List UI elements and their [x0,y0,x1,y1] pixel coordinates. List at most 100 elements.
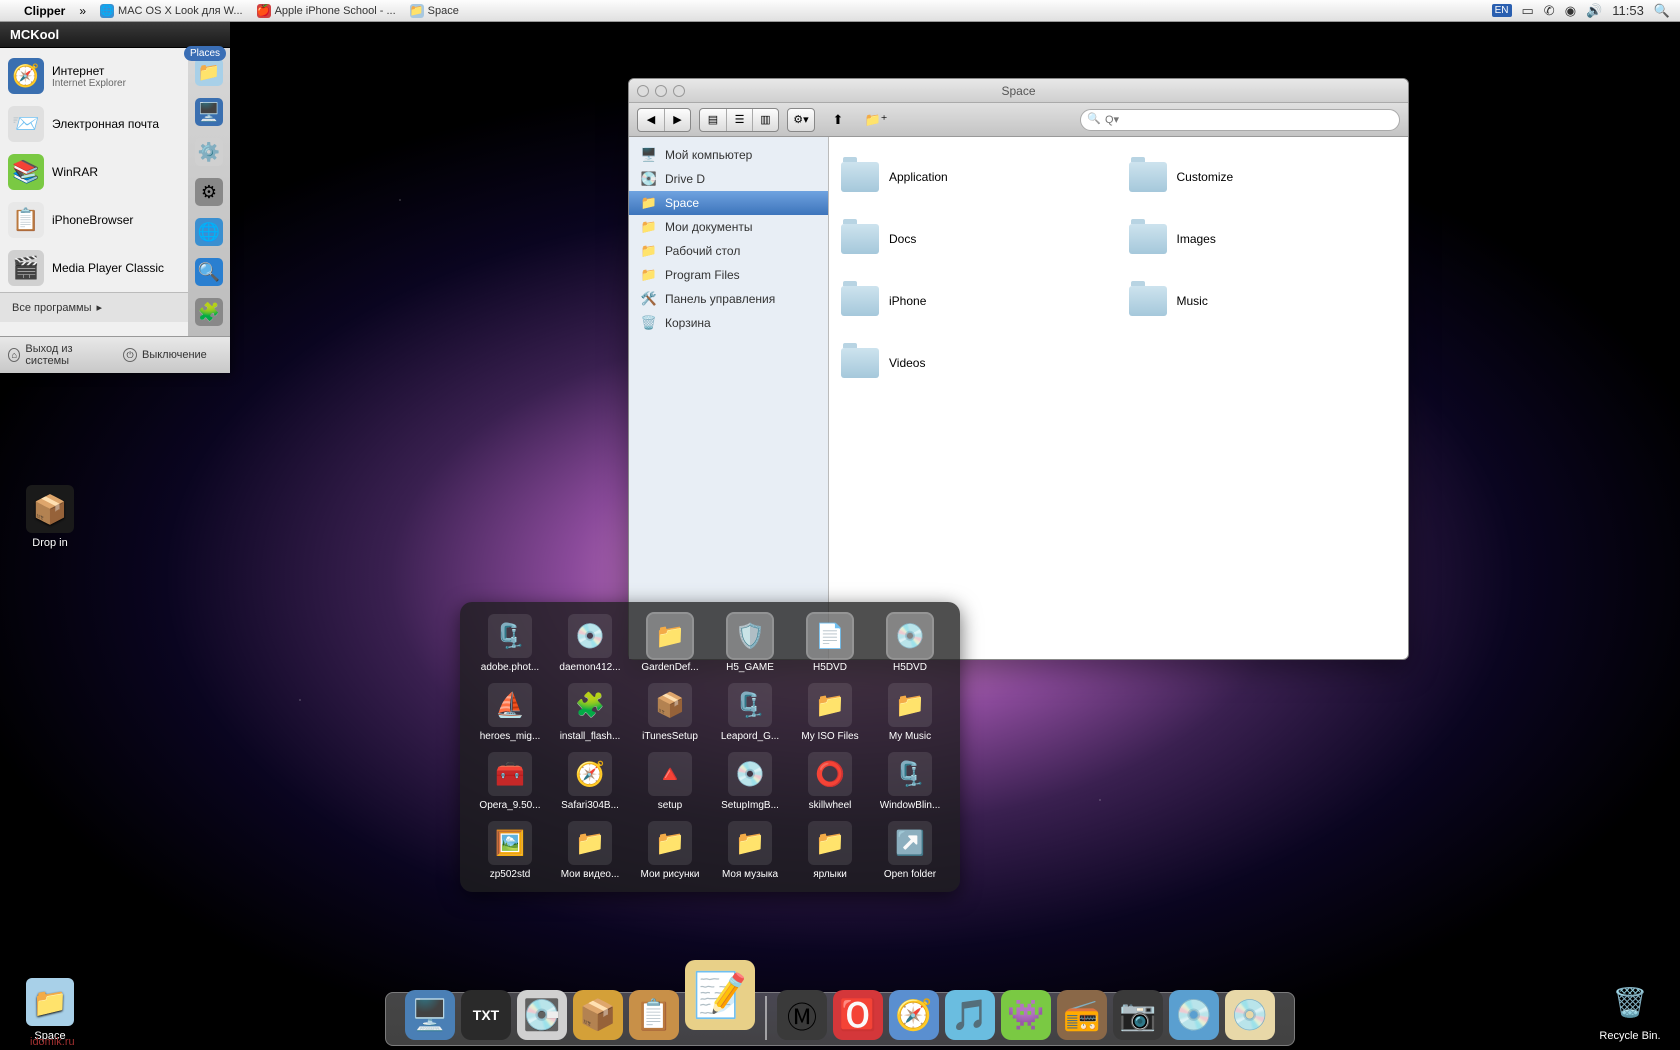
sidebar-item[interactable]: 📁Мои документы [629,215,828,239]
taskbar-item-3[interactable]: 📁Space [410,4,459,18]
stack-item[interactable]: 📁Мои рисунки [632,821,708,880]
back-button[interactable]: ◀ [638,109,664,131]
language-indicator[interactable]: EN [1492,4,1512,17]
sidebar-item[interactable]: 💽Drive D [629,167,828,191]
stack-item[interactable]: 📁ярлыки [792,821,868,880]
view-icons-button[interactable]: ▤ [700,109,726,131]
dock-app[interactable]: 📦 [573,990,623,1040]
app-name[interactable]: Clipper [24,4,65,18]
sidebar-item[interactable]: 📁Space [629,191,828,215]
stack-item[interactable]: 📁GardenDef... [632,614,708,673]
clock[interactable]: 11:53 [1612,3,1644,18]
settings-tray-icon[interactable]: ◉ [1565,3,1576,19]
place-display-icon[interactable]: 🖥️ [195,98,223,126]
folder-item[interactable]: Docs [841,211,1109,267]
place-app-icon[interactable]: ⚙️ [195,138,223,166]
folder-item[interactable]: Application [841,149,1109,205]
dock-app[interactable]: 🅾️ [833,990,883,1040]
taskbar-item-2[interactable]: 🍎Apple iPhone School - ... [257,4,396,18]
folder-item[interactable]: Images [1129,211,1397,267]
stack-grid: 🗜️adobe.phot...💿daemon412...📁GardenDef..… [460,602,960,892]
dock-app[interactable]: 📝 [685,960,755,1030]
stack-item[interactable]: 📁Моя музыка [712,821,788,880]
logout-icon: ⌂ [8,348,20,362]
stack-item[interactable]: 📦iTunesSetup [632,683,708,742]
place-gear-icon[interactable]: ⚙ [195,178,223,206]
stack-item[interactable]: ⛵heroes_mig... [472,683,548,742]
stack-item[interactable]: 💿SetupImgB... [712,752,788,811]
new-folder-button[interactable]: 📁⁺ [861,109,891,131]
stack-item[interactable]: 🧩install_flash... [552,683,628,742]
folder-item[interactable]: iPhone [841,273,1109,329]
desktop-icon-dropin[interactable]: 📦 Drop in [10,485,90,549]
stack-item[interactable]: ↗️Open folder [872,821,948,880]
stack-item[interactable]: ⭕skillwheel [792,752,868,811]
place-globe-icon[interactable]: 🌐 [195,218,223,246]
up-button[interactable]: ⬆ [823,109,853,131]
finder-content[interactable]: Application Customize Docs Images iPhone Musi… [829,137,1408,659]
stack-item[interactable]: 💿H5DVD [872,614,948,673]
folder-item[interactable]: Customize [1129,149,1397,205]
sidebar-item[interactable]: 🛠️Панель управления [629,287,828,311]
stack-item[interactable]: 🖼️zp502std [472,821,548,880]
stack-item[interactable]: 🧭Safari304B... [552,752,628,811]
stack-item[interactable]: 📄H5DVD [792,614,868,673]
stack-item[interactable]: 🗜️WindowBlin... [872,752,948,811]
dock-app[interactable]: Ⓜ [777,990,827,1040]
forward-button[interactable]: ▶ [664,109,690,131]
place-settings-icon[interactable]: 🧩 [195,298,223,326]
logout-button[interactable]: ⌂Выход из системы [0,337,115,373]
folder-item[interactable]: Music [1129,273,1397,329]
dock-app[interactable]: 👾 [1001,990,1051,1040]
search-input[interactable] [1080,109,1400,131]
stack-item[interactable]: 📁My Music [872,683,948,742]
minimize-button[interactable] [655,85,667,97]
stack-item[interactable]: 🔺setup [632,752,708,811]
dock-app[interactable]: 🖥️ [405,990,455,1040]
zoom-button[interactable] [673,85,685,97]
dock-app[interactable]: 📷 [1113,990,1163,1040]
sidebar-item[interactable]: 🖥️Мой компьютер [629,143,828,167]
sidebar-item[interactable]: 📁Рабочий стол [629,239,828,263]
stack-item[interactable]: 🗜️Leapord_G... [712,683,788,742]
start-item-internet[interactable]: 🧭ИнтернетInternet Explorer [0,52,188,100]
start-item-winrar[interactable]: 📚WinRAR [0,148,188,196]
dock-app[interactable]: TXT [461,990,511,1040]
finder-titlebar[interactable]: Space [629,79,1408,103]
sidebar-item[interactable]: 📁Program Files [629,263,828,287]
overflow-chevron-icon[interactable]: » [79,4,86,18]
stack-item[interactable]: 💿daemon412... [552,614,628,673]
dock-app[interactable]: 📻 [1057,990,1107,1040]
dock-app[interactable]: 💿 [1225,990,1275,1040]
start-item-mpc[interactable]: 🎬Media Player Classic [0,244,188,292]
stack-item[interactable]: 📁Мои видео... [552,821,628,880]
taskbar-item-1[interactable]: 🌐MAC OS X Look для W... [100,4,243,18]
stack-item[interactable]: 🗜️adobe.phot... [472,614,548,673]
stack-item[interactable]: 🧰Opera_9.50... [472,752,548,811]
volume-tray-icon[interactable]: 🔊 [1586,3,1602,19]
stack-item[interactable]: 🛡️H5_GAME [712,614,788,673]
stack-item[interactable]: 📁My ISO Files [792,683,868,742]
place-search-icon[interactable]: 🔍 [195,258,223,286]
start-item-mail[interactable]: 📨Электронная почта [0,100,188,148]
sidebar-item[interactable]: 🗑️Корзина [629,311,828,335]
dock-app[interactable]: 💿 [1169,990,1219,1040]
place-folder-icon[interactable]: 📁 [195,58,223,86]
close-button[interactable] [637,85,649,97]
spotlight-icon[interactable]: 🔍 [1654,3,1670,19]
desktop-icon-space[interactable]: 📁 Space [10,978,90,1042]
gear-button[interactable]: ⚙▾ [788,109,814,131]
dock-app[interactable]: 🎵 [945,990,995,1040]
start-item-iphonebrowser[interactable]: 📋iPhoneBrowser [0,196,188,244]
view-list-button[interactable]: ☰ [726,109,752,131]
dock-app[interactable]: 🧭 [889,990,939,1040]
view-columns-button[interactable]: ▥ [752,109,778,131]
shutdown-button[interactable]: ⏻Выключение [115,337,230,373]
desktop-icon-recycle[interactable]: 🗑️ Recycle Bin. [1590,978,1670,1042]
folder-item[interactable]: Videos [841,335,1109,391]
dock-app[interactable]: 📋 [629,990,679,1040]
phone-tray-icon[interactable]: ✆ [1544,3,1555,19]
display-tray-icon[interactable]: ▭ [1522,3,1534,19]
dock-app[interactable]: 💽 [517,990,567,1040]
all-programs-button[interactable]: Все программы▸ [0,292,188,322]
